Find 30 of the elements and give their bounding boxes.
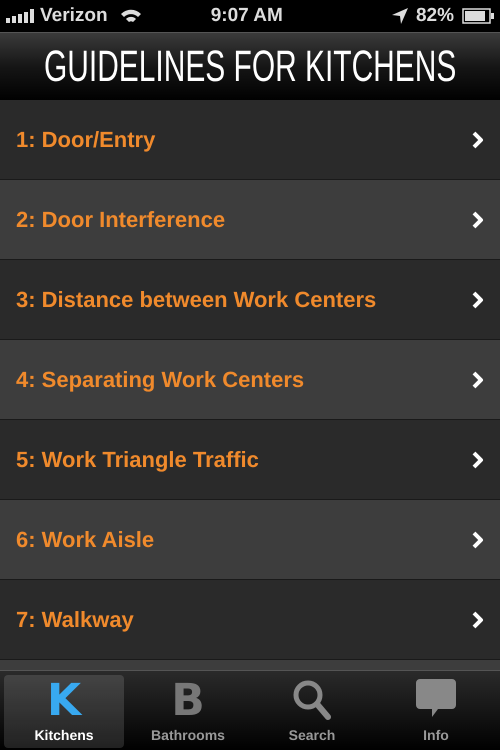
- chevron-icon: [472, 370, 484, 388]
- screen-title: GUIDELINES FOR KITCHENS: [44, 40, 456, 92]
- list-row[interactable]: 5: Work Triangle Traffic: [0, 420, 500, 500]
- clock-time: 9:07 AM: [210, 4, 283, 28]
- location-arrow-icon: [392, 8, 408, 24]
- chevron-icon: [472, 450, 484, 468]
- chevron-icon: [472, 610, 484, 628]
- list-row[interactable]: 3: Distance between Work Centers: [0, 260, 500, 340]
- list-row[interactable]: 6: Work Aisle: [0, 500, 500, 580]
- battery-icon: [462, 8, 494, 24]
- wifi-icon: [120, 8, 142, 24]
- speech-bubble-icon: [416, 679, 456, 717]
- chevron-icon: [472, 530, 484, 548]
- letter-icon: B: [171, 679, 205, 723]
- chevron-icon: [472, 290, 484, 308]
- list-row[interactable]: 4: Separating Work Centers: [0, 340, 500, 420]
- list-row[interactable]: 7: Walkway: [0, 580, 500, 660]
- signal-icon: [6, 9, 36, 23]
- tab-button[interactable]: K Kitchens: [4, 675, 124, 748]
- chevron-icon: [472, 210, 484, 228]
- search-icon: [292, 679, 332, 721]
- tab-button[interactable]: Search: [252, 675, 372, 748]
- list-row[interactable]: 2: Door Interference: [0, 180, 500, 260]
- chevron-icon: [472, 130, 484, 148]
- tab-button[interactable]: B Bathrooms: [128, 675, 248, 748]
- tab-button[interactable]: Info: [376, 675, 496, 748]
- list-row[interactable]: 1: Door/Entry: [0, 100, 500, 180]
- letter-icon: K: [46, 679, 82, 723]
- carrier-name: Verizon: [40, 4, 108, 28]
- battery-percent: 82%: [416, 4, 454, 28]
